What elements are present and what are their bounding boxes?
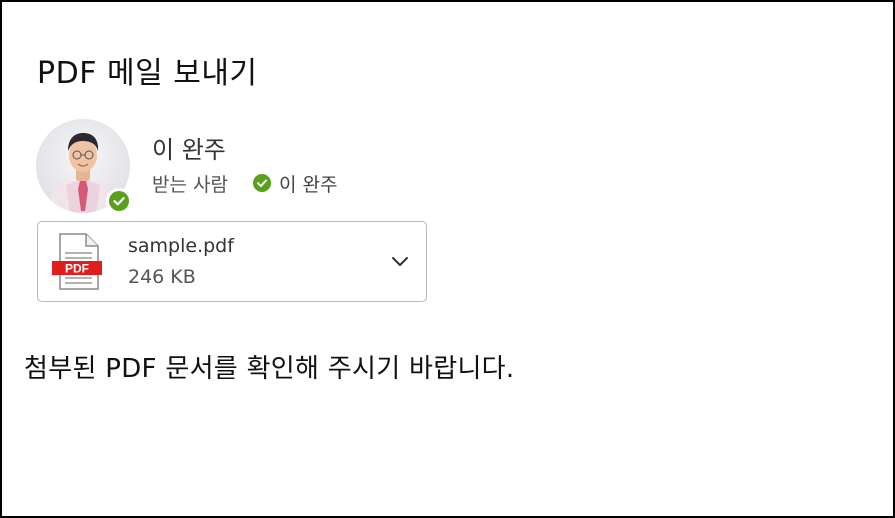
email-card: PDF 메일 보내기 이 완주 받는 사람 이 완주 PDF sample.pd… — [0, 0, 895, 518]
attachment-file-name: sample.pdf — [128, 235, 234, 257]
recipient-row: 받는 사람 이 완주 — [152, 170, 337, 196]
sender-name[interactable]: 이 완주 — [152, 130, 226, 165]
recipient-label: 받는 사람 — [152, 173, 228, 196]
page-title: PDF 메일 보내기 — [37, 56, 258, 91]
presence-badge — [106, 188, 132, 214]
pdf-file-icon: PDF — [52, 233, 104, 291]
attachment-file-size: 246 KB — [128, 266, 196, 288]
check-circle-icon — [252, 174, 271, 192]
attachment-card[interactable]: PDF sample.pdf 246 KB — [37, 221, 427, 302]
recipient-name[interactable]: 이 완주 — [279, 170, 337, 197]
file-type-label: PDF — [65, 262, 89, 276]
presence-available-icon — [109, 191, 129, 211]
chevron-down-icon[interactable] — [388, 250, 412, 272]
message-body: 첨부된 PDF 문서를 확인해 주시기 바랍니다. — [24, 354, 515, 384]
